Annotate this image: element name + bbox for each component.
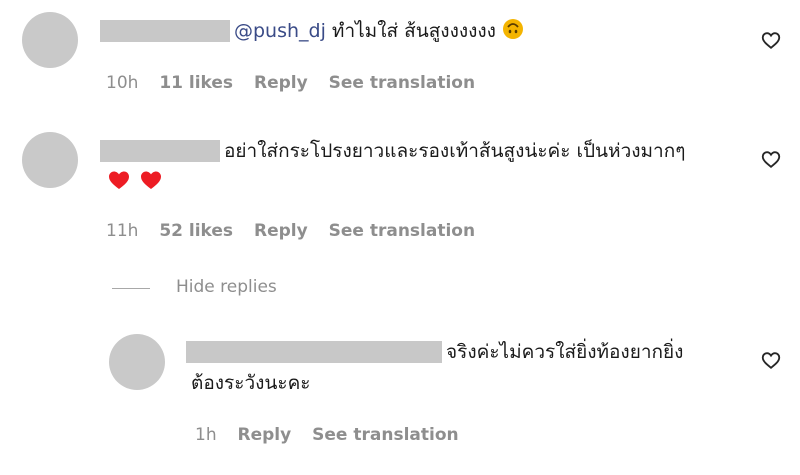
comment-meta: 10h 11 likes Reply See translation (106, 73, 490, 93)
thread-divider (112, 288, 150, 289)
reply-text-line2: ต้องระวังนะคะ (191, 372, 311, 394)
upside-down-face-emoji (503, 19, 524, 39)
comment-text: @push_dj ทำไมใส่ ส้นสูงงงงงง (234, 18, 524, 44)
timestamp: 11h (106, 221, 139, 241)
like-heart-icon[interactable] (760, 148, 782, 170)
comment-meta: 11h 52 likes Reply See translation (106, 221, 490, 241)
red-heart-emoji (109, 171, 129, 189)
reply-button[interactable]: Reply (254, 221, 308, 241)
comment-text: อย่าใส่กระโปรงยาวและรองเท้าส้นสูงน่ะค่ะ … (224, 140, 686, 162)
likes-count[interactable]: 52 likes (159, 221, 233, 241)
timestamp: 1h (195, 425, 217, 445)
see-translation-link[interactable]: See translation (329, 73, 475, 93)
timestamp: 10h (106, 73, 139, 93)
likes-count[interactable]: 11 likes (159, 73, 233, 93)
mention-link[interactable]: @push_dj (234, 20, 326, 42)
reply-button[interactable]: Reply (254, 73, 308, 93)
avatar[interactable] (22, 12, 78, 68)
avatar[interactable] (22, 132, 78, 188)
username-redacted[interactable] (100, 20, 230, 42)
comment-body: ทำไมใส่ ส้นสูงงงงงง (325, 20, 496, 42)
username-redacted[interactable] (100, 140, 220, 162)
see-translation-link[interactable]: See translation (329, 221, 475, 241)
avatar[interactable] (109, 334, 165, 390)
reply-text-line1: จริงค่ะไม่ควรใส่ยิ่งท้องยากยิ่ง (446, 341, 684, 363)
reply-meta: 1h Reply See translation (195, 425, 474, 445)
hide-replies-button[interactable]: Hide replies (176, 277, 277, 297)
reply-button[interactable]: Reply (238, 425, 292, 445)
like-heart-icon[interactable] (760, 349, 782, 371)
see-translation-link[interactable]: See translation (312, 425, 458, 445)
like-heart-icon[interactable] (760, 29, 782, 51)
red-heart-emoji (141, 171, 161, 189)
username-redacted[interactable] (186, 341, 442, 363)
